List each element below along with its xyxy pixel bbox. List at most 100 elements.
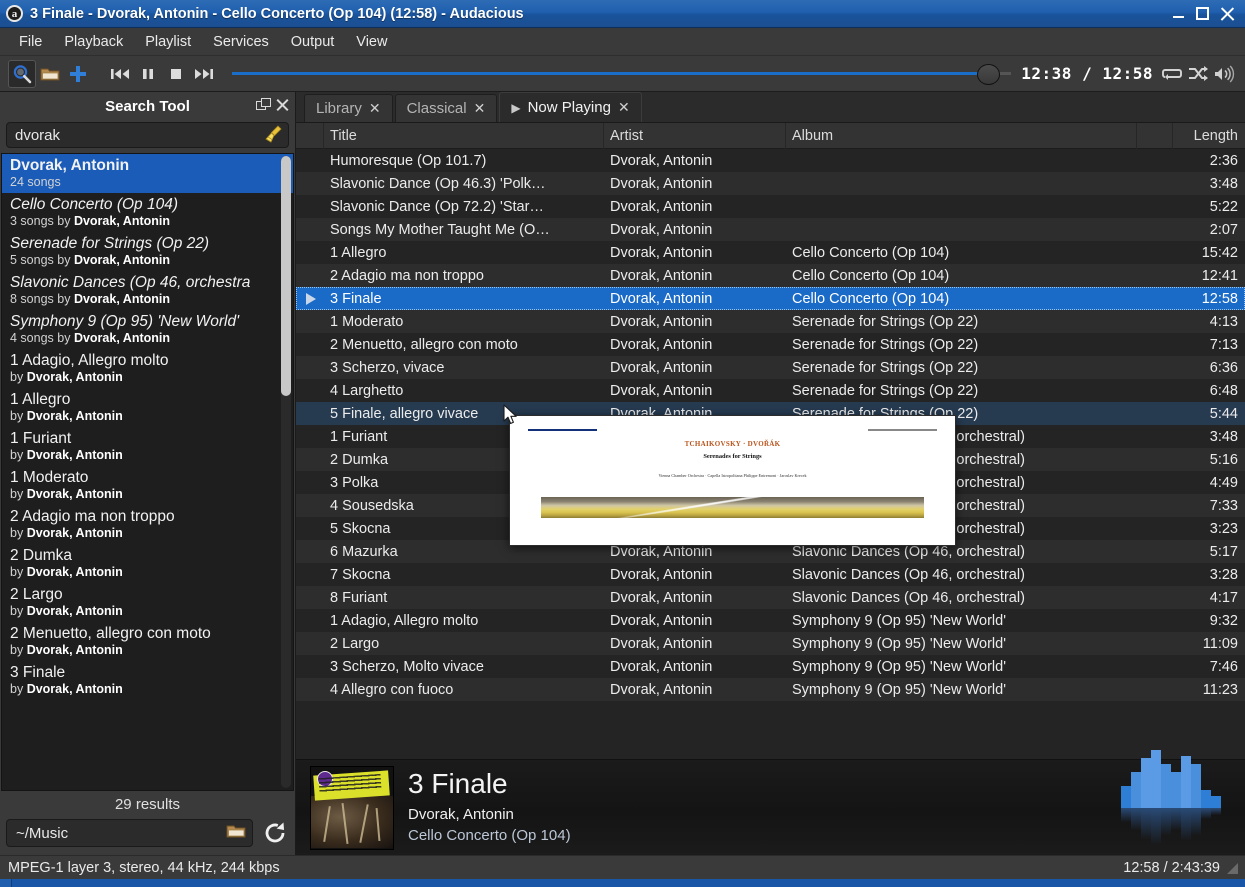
table-row[interactable]: 2 LargoDvorak, AntoninSymphony 9 (Op 95)… (296, 632, 1245, 655)
seek-handle[interactable] (977, 64, 1000, 85)
scrollbar-thumb[interactable] (281, 156, 291, 396)
search-result-item[interactable]: 1 Moderatoby Dvorak, Antonin (2, 466, 293, 505)
folder-icon[interactable] (225, 822, 247, 844)
now-playing-bar: 3 Finale Dvorak, Antonin Cello Concerto … (296, 759, 1245, 855)
undock-icon[interactable] (256, 98, 269, 111)
status-codec: MPEG-1 layer 3, stereo, 44 kHz, 244 kbps (8, 860, 280, 876)
column-header-length[interactable]: Length (1173, 123, 1245, 149)
table-row[interactable]: 4 Allegro con fuocoDvorak, AntoninSympho… (296, 678, 1245, 701)
table-row[interactable]: 2 Adagio ma non troppoDvorak, AntoninCel… (296, 264, 1245, 287)
resize-grip[interactable] (1225, 861, 1239, 875)
visualizer-bar (1141, 758, 1151, 808)
search-input[interactable] (15, 127, 262, 144)
search-result-item[interactable]: Cello Concerto (Op 104)3 songs by Dvorak… (2, 193, 293, 232)
next-icon[interactable] (190, 60, 218, 88)
table-row[interactable]: 1 Adagio, Allegro moltoDvorak, AntoninSy… (296, 609, 1245, 632)
cell-length: 3:23 (1173, 521, 1245, 537)
previous-icon[interactable] (106, 60, 134, 88)
table-row[interactable]: 3 Scherzo, Molto vivaceDvorak, AntoninSy… (296, 655, 1245, 678)
search-result-item[interactable]: 3 Finaleby Dvorak, Antonin (2, 661, 293, 700)
audacious-window: a 3 Finale - Dvorak, Antonin - Cello Con… (0, 0, 1245, 887)
pause-icon[interactable] (134, 60, 162, 88)
search-result-item[interactable]: Serenade for Strings (Op 22)5 songs by D… (2, 232, 293, 271)
table-row[interactable]: 7 SkocnaDvorak, AntoninSlavonic Dances (… (296, 563, 1245, 586)
table-row[interactable]: Humoresque (Op 101.7)Dvorak, Antonin2:36 (296, 149, 1245, 172)
close-icon[interactable]: ✕ (369, 100, 381, 117)
column-header-artist[interactable]: Artist (604, 123, 786, 149)
table-row[interactable]: 2 Menuetto, allegro con motoDvorak, Anto… (296, 333, 1245, 356)
close-icon[interactable] (276, 98, 289, 111)
table-row[interactable]: Songs My Mother Taught Me (O…Dvorak, Ant… (296, 218, 1245, 241)
menu-view[interactable]: View (345, 31, 398, 53)
shuffle-icon[interactable] (1185, 61, 1211, 87)
search-result-item[interactable]: 1 Adagio, Allegro moltoby Dvorak, Antoni… (2, 349, 293, 388)
search-result-item[interactable]: Symphony 9 (Op 95) 'New World'4 songs by… (2, 310, 293, 349)
cell-title: 3 Scherzo, Molto vivace (324, 659, 604, 675)
refresh-icon[interactable] (261, 819, 289, 847)
table-row[interactable]: Slavonic Dance (Op 46.3) 'Polk…Dvorak, A… (296, 172, 1245, 195)
search-result-title: 1 Adagio, Allegro molto (10, 352, 285, 370)
table-row[interactable]: 3 Scherzo, vivaceDvorak, AntoninSerenade… (296, 356, 1245, 379)
menu-playlist[interactable]: Playlist (134, 31, 202, 53)
column-header-title[interactable]: Title (324, 123, 604, 149)
visualizer-bar-reflection (1211, 808, 1221, 815)
table-row[interactable]: 8 FuriantDvorak, AntoninSlavonic Dances … (296, 586, 1245, 609)
table-row[interactable]: 1 ModeratoDvorak, AntoninSerenade for St… (296, 310, 1245, 333)
cell-album: Cello Concerto (Op 104) (786, 245, 1137, 261)
table-row[interactable]: Slavonic Dance (Op 72.2) 'Star…Dvorak, A… (296, 195, 1245, 218)
volume-icon[interactable] (1211, 61, 1237, 87)
close-icon[interactable]: ✕ (618, 99, 630, 116)
search-result-title: Serenade for Strings (Op 22) (10, 235, 285, 253)
menu-playback[interactable]: Playback (53, 31, 134, 53)
search-result-subtitle: 4 songs by Dvorak, Antonin (10, 331, 285, 345)
now-playing-title: 3 Finale (408, 769, 1111, 799)
plus-icon[interactable] (64, 60, 92, 88)
close-icon[interactable]: ✕ (474, 100, 486, 117)
broom-icon[interactable] (262, 123, 284, 148)
column-header-blank[interactable] (1137, 123, 1173, 149)
minimize-icon[interactable] (1172, 7, 1185, 20)
column-header-play[interactable] (296, 123, 324, 149)
search-input-wrapper[interactable] (6, 122, 289, 148)
menu-output[interactable]: Output (280, 31, 346, 53)
playlist-tab[interactable]: ▶Now Playing✕ (499, 92, 641, 122)
stop-icon[interactable] (162, 60, 190, 88)
cell-length: 5:17 (1173, 544, 1245, 560)
search-results-scrollbar[interactable] (281, 156, 291, 788)
search-result-item[interactable]: 2 Adagio ma non troppoby Dvorak, Antonin (2, 505, 293, 544)
cell-album: Serenade for Strings (Op 22) (786, 383, 1137, 399)
search-result-item[interactable]: Dvorak, Antonin24 songs (2, 154, 293, 193)
menu-services[interactable]: Services (202, 31, 280, 53)
playlist-tab[interactable]: Library✕ (304, 94, 393, 122)
cell-title: 1 Moderato (324, 314, 604, 330)
close-icon[interactable] (1220, 7, 1234, 21)
playlist-tab[interactable]: Classical✕ (395, 94, 498, 122)
cell-album: Serenade for Strings (Op 22) (786, 360, 1137, 376)
search-results-list[interactable]: Dvorak, Antonin24 songsCello Concerto (O… (1, 153, 294, 791)
library-path-input[interactable] (16, 825, 225, 842)
library-path-wrapper[interactable] (6, 819, 253, 847)
cell-length: 12:58 (1173, 291, 1245, 307)
search-icon[interactable] (8, 60, 36, 88)
visualizer-bar (1211, 796, 1221, 808)
playlist-column-headers: Title Artist Album Length (296, 123, 1245, 149)
table-row[interactable]: 1 AllegroDvorak, AntoninCello Concerto (… (296, 241, 1245, 264)
cell-title: 7 Skocna (324, 567, 604, 583)
seek-slider[interactable] (232, 60, 1011, 88)
cell-artist: Dvorak, Antonin (604, 590, 786, 606)
table-row[interactable]: 4 LarghettoDvorak, AntoninSerenade for S… (296, 379, 1245, 402)
search-result-title: Dvorak, Antonin (10, 157, 285, 175)
visualizer-bar-reflection (1151, 808, 1161, 844)
search-result-item[interactable]: 1 Furiantby Dvorak, Antonin (2, 427, 293, 466)
table-row[interactable]: 3 FinaleDvorak, AntoninCello Concerto (O… (296, 287, 1245, 310)
search-result-item[interactable]: 2 Dumkaby Dvorak, Antonin (2, 544, 293, 583)
folder-icon[interactable] (36, 60, 64, 88)
column-header-album[interactable]: Album (786, 123, 1137, 149)
search-result-item[interactable]: 2 Largoby Dvorak, Antonin (2, 583, 293, 622)
repeat-icon[interactable] (1159, 61, 1185, 87)
search-result-item[interactable]: 2 Menuetto, allegro con motoby Dvorak, A… (2, 622, 293, 661)
search-result-item[interactable]: 1 Allegroby Dvorak, Antonin (2, 388, 293, 427)
maximize-icon[interactable] (1196, 7, 1209, 20)
search-result-item[interactable]: Slavonic Dances (Op 46, orchestra8 songs… (2, 271, 293, 310)
menu-file[interactable]: File (8, 31, 53, 53)
